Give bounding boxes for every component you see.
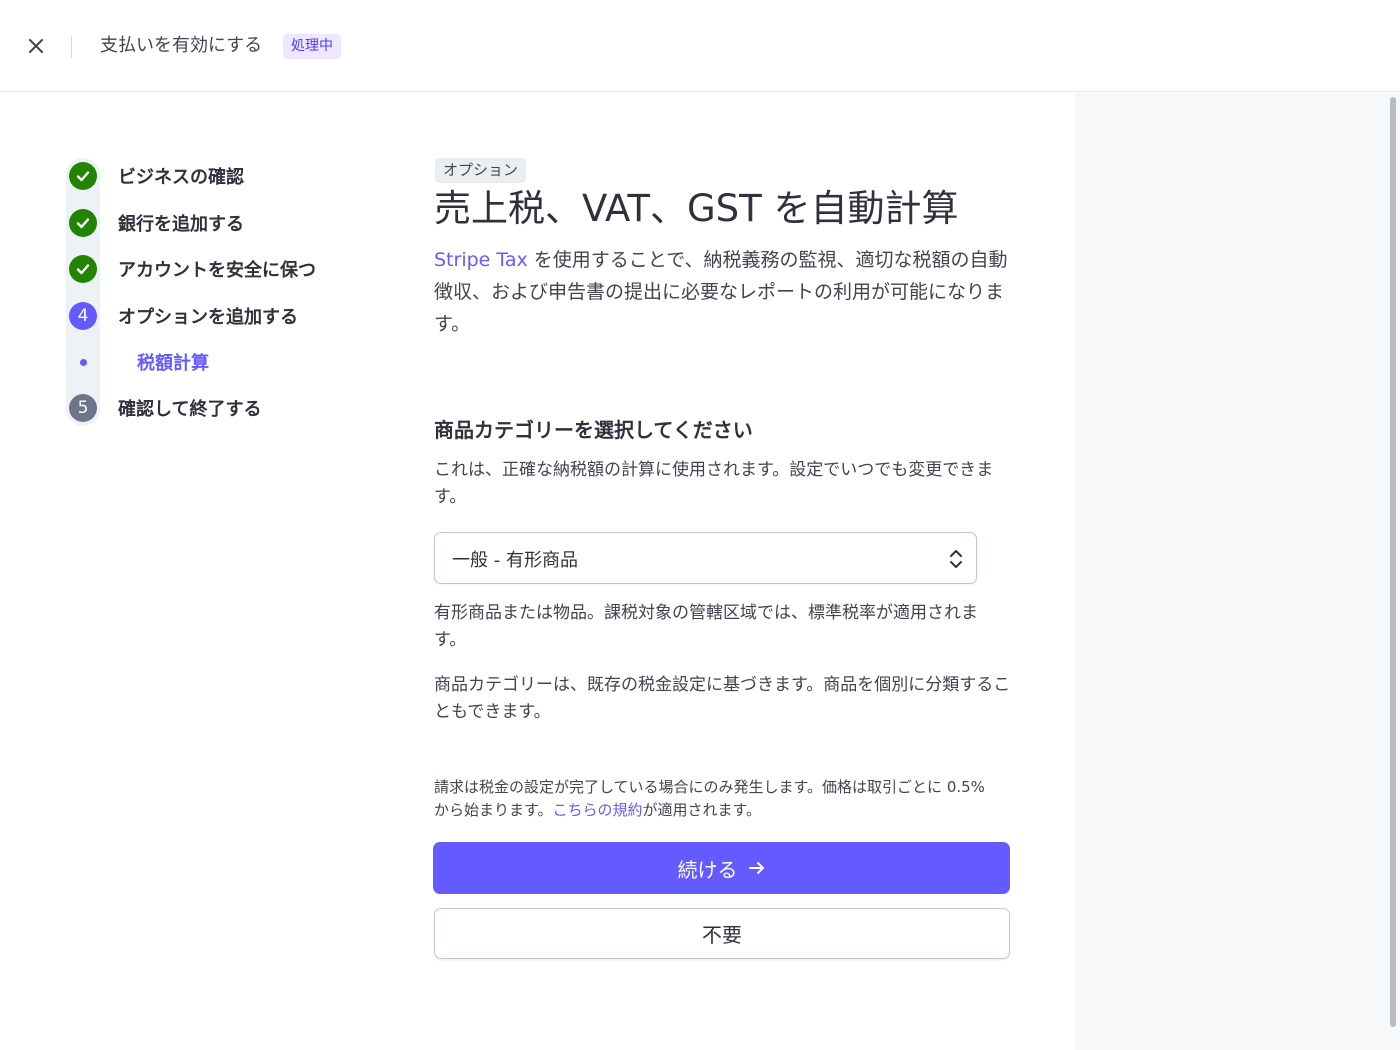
intro-paragraph: Stripe Tax を使用することで、納税義務の監視、適切な税額の自動徴収、お… [434,244,1014,340]
skip-button[interactable]: 不要 [434,908,1010,959]
check-icon [69,209,97,237]
continue-label: 続ける [677,857,738,882]
step-secure-account: アカウントを安全に保つ [66,252,386,286]
select-value: 一般 - 有形商品 [452,550,578,571]
check-icon [69,162,97,190]
terms-text-end: が適用されます。 [642,801,762,819]
step-label: 銀行を追加する [118,214,244,235]
step-label: アカウントを安全に保つ [118,260,316,281]
step-number-badge: 5 [69,394,97,422]
stepper-track [66,158,100,426]
step-business-verification: ビジネスの確認 [66,159,386,193]
scrollbar[interactable] [1390,97,1396,1027]
substep-label: 税額計算 [137,353,209,374]
page-title: 売上税、VAT、GST を自動計算 [434,187,959,230]
check-icon [69,255,97,283]
continue-button[interactable]: 続ける [433,842,1010,894]
step-review-finish: 5 確認して終了する [66,391,386,425]
status-badge: 処理中 [283,34,341,59]
substep-dot [80,358,87,366]
category-title: 商品カテゴリーを選択してください [434,418,753,442]
header-divider [71,36,72,58]
category-note: 商品カテゴリーは、既存の税金設定に基づきます。商品を個別に分類することもできます… [434,675,1011,722]
product-category-select[interactable]: 一般 - 有形商品 [434,532,977,584]
chevron-up-down-icon [950,550,962,568]
close-icon[interactable] [28,38,44,54]
arrow-right-icon [748,862,764,874]
terms-link[interactable]: こちらの規約 [553,801,643,819]
option-tag: オプション [435,158,527,183]
substep-tax-calculation: 税額計算 [66,345,386,379]
pricing-terms: 請求は税金の設定が完了している場合にのみ発生します。価格は取引ごとに 0.5% … [434,776,1004,822]
skip-label: 不要 [702,923,742,947]
step-add-bank: 銀行を追加する [66,206,386,240]
step-label: 確認して終了する [118,399,262,420]
step-label: オプションを追加する [118,307,298,328]
step-add-options: 4 オプションを追加する [66,299,386,333]
top-bar: 支払いを有効にする 処理中 [0,0,1400,92]
close-button[interactable] [24,34,48,58]
header-title: 支払いを有効にする [100,35,263,56]
stripe-tax-link[interactable]: Stripe Tax [434,249,528,271]
select-help-text: 有形商品または物品。課税対象の管轄区域では、標準税率が適用されます。 [434,603,978,650]
side-panel [1075,93,1400,1050]
category-description: これは、正確な納税額の計算に使用されます。設定でいつでも変更できます。 [434,460,994,507]
step-number-badge: 4 [69,302,97,330]
step-label: ビジネスの確認 [118,167,244,188]
